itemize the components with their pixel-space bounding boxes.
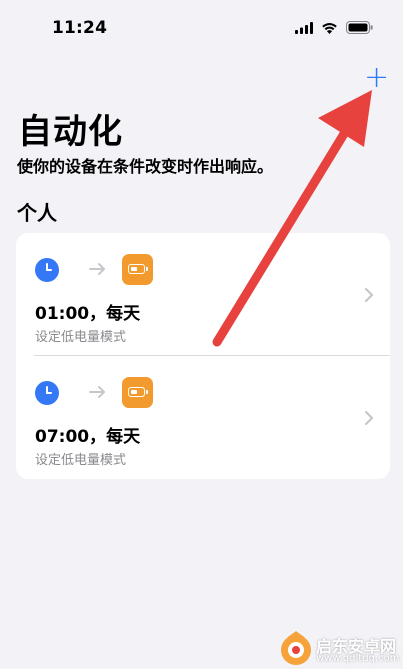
arrow-right-icon xyxy=(89,263,105,275)
page-subtitle: 使你的设备在条件改变时作出响应。 xyxy=(17,157,274,176)
status-icons xyxy=(295,21,373,34)
low-power-battery-icon xyxy=(122,254,153,285)
arrow-right-icon xyxy=(89,386,105,398)
add-automation-button[interactable]: + xyxy=(364,63,389,93)
signal-icon xyxy=(295,21,313,34)
watermark-url: www.qdltdq.com xyxy=(316,653,400,664)
clock-icon xyxy=(35,258,59,282)
watermark-logo-icon xyxy=(281,631,311,665)
status-bar: 11:24 xyxy=(0,0,403,56)
battery-icon xyxy=(346,21,373,34)
automation-time: 07:00，每天 xyxy=(35,427,141,447)
automation-description: 设定低电量模式 xyxy=(35,453,127,468)
automation-list: 01:00，每天 设定低电量模式 07:00，每天 设定低电量模式 xyxy=(16,233,390,479)
status-time: 11:24 xyxy=(52,18,108,38)
chevron-right-icon xyxy=(365,288,373,302)
automation-time: 01:00，每天 xyxy=(35,304,141,324)
low-power-battery-icon xyxy=(122,377,153,408)
automation-description: 设定低电量模式 xyxy=(35,330,127,345)
clock-icon xyxy=(35,381,59,405)
chevron-right-icon xyxy=(365,411,373,425)
wifi-icon xyxy=(322,22,337,34)
page-title: 自动化 xyxy=(18,112,123,152)
automation-row[interactable]: 01:00，每天 设定低电量模式 xyxy=(16,233,390,355)
section-header-personal: 个人 xyxy=(17,201,57,225)
automation-row[interactable]: 07:00，每天 设定低电量模式 xyxy=(16,356,390,478)
watermark: 启东安卓网 www.qdltdq.com xyxy=(278,630,403,669)
